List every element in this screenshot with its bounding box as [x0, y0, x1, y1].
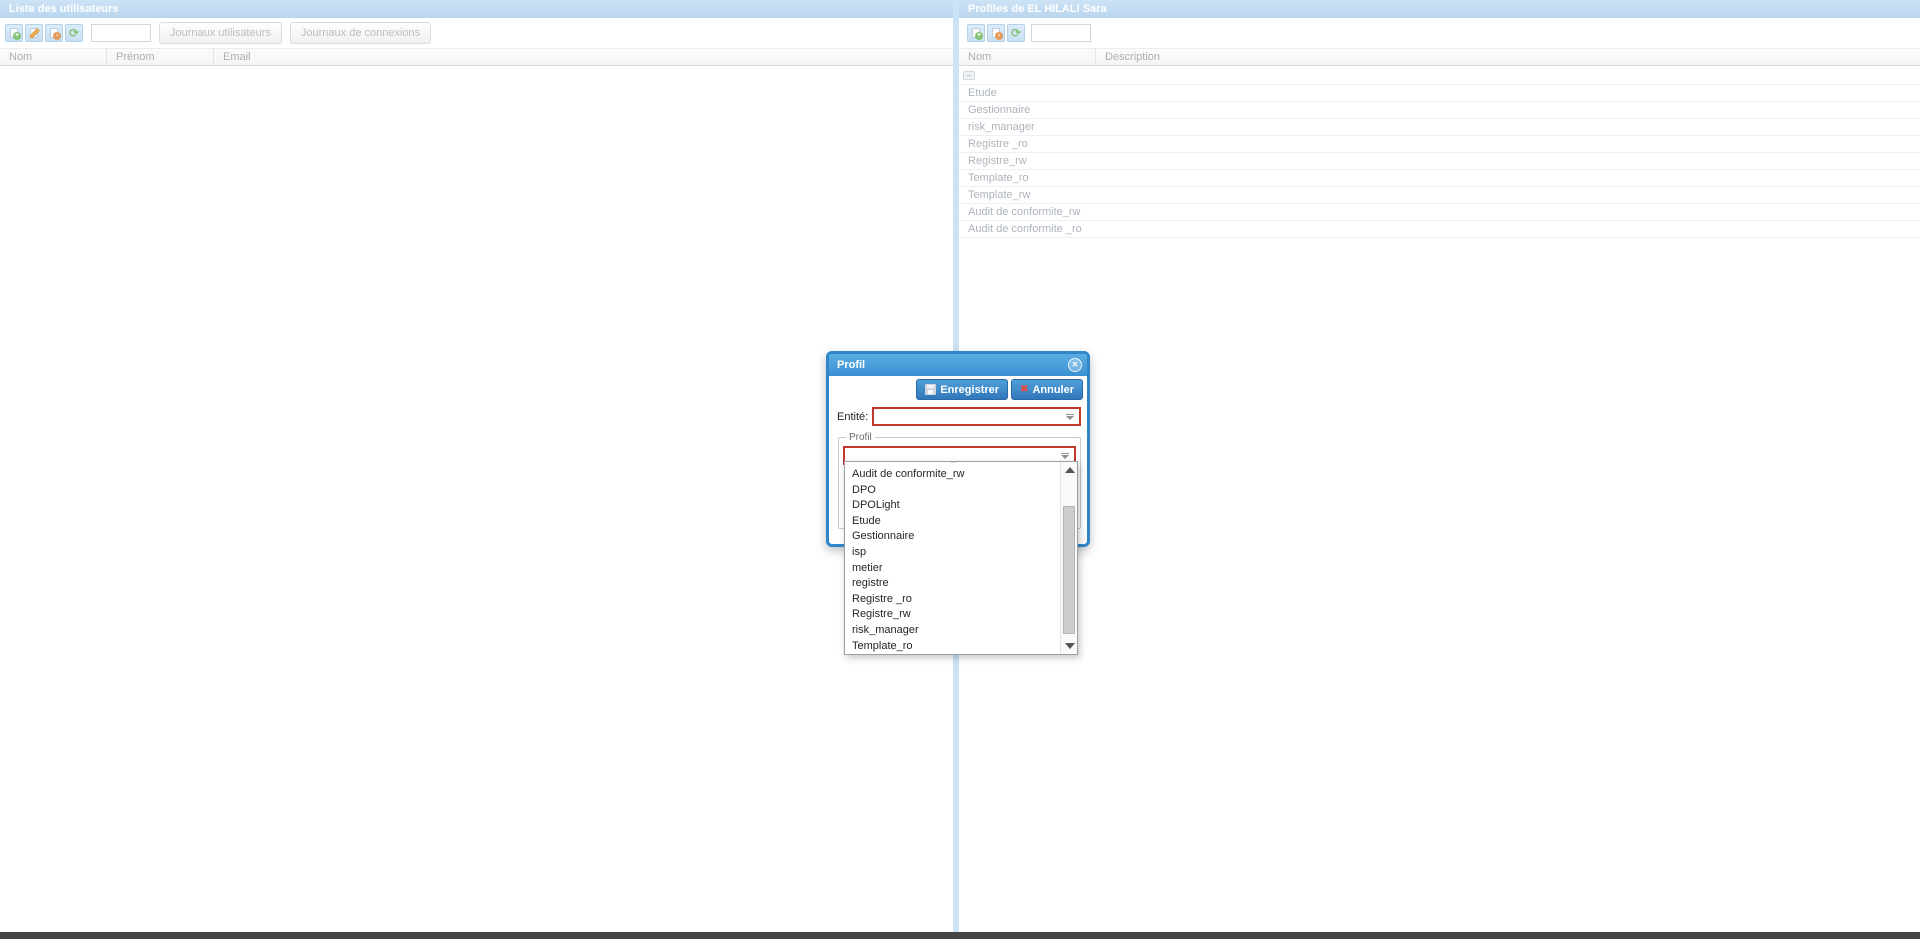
dropdown-item[interactable]: Template_ro	[845, 639, 1060, 654]
dropdown-item-list: Audit de conformite_rw DPO DPOLight Etud…	[845, 467, 1060, 654]
profile-row[interactable]: Audit de conformite _ro	[959, 221, 1920, 238]
add-icon: +	[975, 32, 983, 40]
delete-user-button[interactable]: -	[45, 24, 63, 42]
column-header-nom[interactable]: Nom	[959, 49, 1095, 65]
journaux-utilisateurs-button[interactable]: Journaux utilisateurs	[159, 22, 282, 44]
cancel-icon: ✖	[1020, 384, 1028, 395]
column-header-description[interactable]: Description	[1095, 49, 1920, 65]
add-profile-button[interactable]: +	[967, 24, 985, 42]
column-header-prenom[interactable]: Prénom	[106, 49, 213, 65]
add-icon: +	[13, 32, 21, 40]
delete-icon: -	[995, 32, 1003, 40]
profile-name: Template_ro	[968, 172, 1029, 184]
close-icon[interactable]: ✕	[1068, 358, 1082, 372]
entity-combobox[interactable]	[872, 407, 1081, 426]
dropdown-item[interactable]: isp	[845, 545, 1060, 561]
profile-row[interactable]: Audit de conformite_rw	[959, 204, 1920, 221]
dropdown-items: Audit de conformite _ro Audit de conform…	[845, 462, 1060, 654]
dropdown-item[interactable]: Registre_rw	[845, 607, 1060, 623]
profiles-search-input[interactable]	[1031, 24, 1091, 42]
profil-fieldset-legend: Profil	[846, 432, 875, 443]
profile-row[interactable]: Template_ro	[959, 170, 1920, 187]
dropdown-item[interactable]: Gestionnaire	[845, 529, 1060, 545]
dropdown-item[interactable]: DPOLight	[845, 498, 1060, 514]
dash-icon: –	[963, 71, 975, 80]
dropdown-item[interactable]: Registre _ro	[845, 592, 1060, 608]
refresh-icon: ⟳	[1008, 25, 1024, 41]
entity-field-row: Entité:	[837, 407, 1081, 426]
profile-row[interactable]: Registre_rw	[959, 153, 1920, 170]
profile-row[interactable]: Registre _ro	[959, 136, 1920, 153]
profiles-grid-body: – Etude Gestionnaire risk_manager Regist…	[959, 66, 1920, 238]
scroll-down-icon[interactable]	[1065, 643, 1075, 649]
users-grid-header: Nom Prénom Email	[0, 48, 953, 66]
profil-dialog-title: Profil	[837, 359, 865, 371]
profile-name: Registre _ro	[968, 138, 1028, 150]
profile-name: Etude	[968, 87, 997, 99]
edit-user-button[interactable]	[25, 24, 43, 42]
scroll-up-icon[interactable]	[1065, 467, 1075, 473]
save-icon	[925, 384, 936, 395]
dropdown-item[interactable]: registre	[845, 576, 1060, 592]
profil-dialog-titlebar[interactable]: Profil ✕	[829, 354, 1087, 376]
dialog-button-row: Enregistrer ✖ Annuler	[829, 376, 1087, 400]
profil-dropdown-list: Audit de conformite _ro Audit de conform…	[844, 461, 1078, 655]
cancel-button-label: Annuler	[1032, 384, 1074, 396]
profile-name: risk_manager	[968, 121, 1035, 133]
profile-name: Audit de conformite _ro	[968, 223, 1082, 235]
refresh-profiles-button[interactable]: ⟳	[1007, 24, 1025, 42]
profiles-grid-header: Nom Description	[959, 48, 1920, 66]
chevron-down-icon[interactable]	[1061, 455, 1069, 459]
delete-icon: -	[53, 32, 61, 40]
bottom-bar	[0, 932, 1920, 939]
profile-name: Template_rw	[968, 189, 1030, 201]
profiles-panel: Profiles de EL HILALI Sara + - ⟳ Nom Des…	[959, 0, 1920, 932]
delete-profile-button[interactable]: -	[987, 24, 1005, 42]
save-button-label: Enregistrer	[940, 384, 999, 396]
profile-row[interactable]: Template_rw	[959, 187, 1920, 204]
profiles-toolbar: + - ⟳	[959, 18, 1920, 48]
dropdown-item[interactable]: metier	[845, 561, 1060, 577]
profile-name: Audit de conformite_rw	[968, 206, 1081, 218]
entity-label: Entité:	[837, 411, 872, 423]
save-button[interactable]: Enregistrer	[916, 379, 1008, 400]
chevron-down-icon[interactable]	[1066, 416, 1074, 420]
profile-row[interactable]: Gestionnaire	[959, 102, 1920, 119]
add-user-button[interactable]: +	[5, 24, 23, 42]
profile-row[interactable]: Etude	[959, 85, 1920, 102]
column-header-email[interactable]: Email	[213, 49, 953, 65]
profile-name: Gestionnaire	[968, 104, 1030, 116]
profile-row[interactable]: risk_manager	[959, 119, 1920, 136]
users-panel: Liste des utilisateurs + - ⟳ Journaux ut…	[0, 0, 953, 932]
profile-name: Registre_rw	[968, 155, 1027, 167]
scrollbar-thumb[interactable]	[1063, 506, 1075, 634]
profiles-row-list: Etude Gestionnaire risk_manager Registre…	[959, 85, 1920, 238]
dropdown-item[interactable]: Audit de conformite_rw	[845, 467, 1060, 483]
profiles-panel-title: Profiles de EL HILALI Sara	[959, 0, 1920, 18]
column-header-nom[interactable]: Nom	[0, 49, 106, 65]
dropdown-item[interactable]: Etude	[845, 514, 1060, 530]
users-panel-title: Liste des utilisateurs	[0, 0, 953, 18]
dropdown-item[interactable]: risk_manager	[845, 623, 1060, 639]
users-toolbar: + - ⟳ Journaux utilisateurs Journaux de …	[0, 18, 953, 48]
profile-placeholder-row[interactable]: –	[959, 66, 1920, 85]
dropdown-scrollbar[interactable]	[1060, 462, 1077, 654]
users-search-input[interactable]	[91, 24, 151, 42]
dropdown-item[interactable]: DPO	[845, 483, 1060, 499]
journaux-connexions-button[interactable]: Journaux de connexions	[290, 22, 431, 44]
refresh-users-button[interactable]: ⟳	[65, 24, 83, 42]
cancel-button[interactable]: ✖ Annuler	[1011, 379, 1083, 400]
refresh-icon: ⟳	[66, 25, 82, 41]
